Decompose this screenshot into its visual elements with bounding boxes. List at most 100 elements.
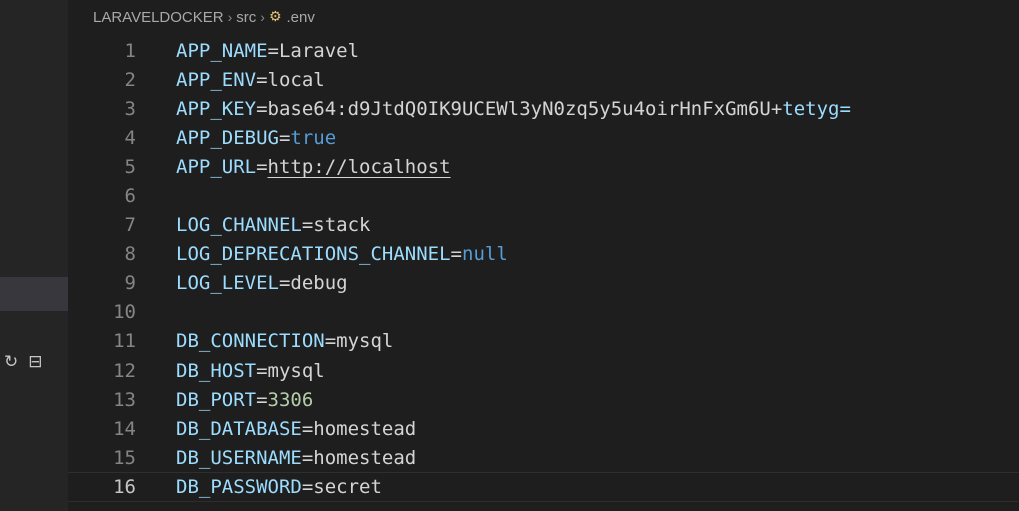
env-key: APP_DEBUG [176,126,279,149]
explorer-sidebar: ↻ ⊟ [0,0,68,511]
code-line[interactable]: 12 DB_HOST=mysql [68,356,1019,385]
line-number: 6 [124,185,136,208]
env-value-suffix: tetyg= [782,97,851,120]
env-key: APP_URL [176,155,257,178]
code-lines[interactable]: 1 APP_NAME=Laravel 2 APP_ENV=local 3 APP_KEY=… [68,36,1019,502]
breadcrumb-folder[interactable]: src [236,9,256,26]
env-value: debug [290,272,348,295]
line-number: 4 [124,126,136,149]
line-content[interactable]: APP_ENV=local [176,69,325,91]
code-line[interactable]: 14 DB_DATABASE=homestead [68,414,1019,443]
equals-sign: = [324,330,337,353]
equals-sign: = [301,475,314,498]
env-key: APP_NAME [176,39,268,62]
selected-explorer-item[interactable] [0,277,68,311]
code-line[interactable]: 3 APP_KEY=base64:d9JtdQ0IK9UCEWl3yN0zq5y5… [68,94,1019,123]
equals-sign: = [256,388,268,411]
line-number: 8 [124,243,136,266]
env-value: mysql [267,359,325,382]
equals-sign: = [256,97,268,120]
line-content[interactable]: APP_KEY=base64:d9JtdQ0IK9UCEWl3yN0zq5y5u… [176,98,851,120]
equals-sign: = [450,243,462,266]
code-line[interactable]: 15 DB_USERNAME=homestead [68,443,1019,472]
breadcrumb: LARAVELDOCKER › src › ⚙ .env [93,7,315,27]
code-line[interactable]: 5 APP_URL=http://localhost [68,152,1019,181]
code-line[interactable]: 11 DB_CONNECTION=mysql [68,327,1019,356]
equals-sign: = [301,446,314,469]
env-value: stack [313,214,371,237]
gear-env-icon: ⚙ [268,9,282,25]
env-key: DB_PORT [176,388,257,411]
equals-sign: = [278,272,291,295]
line-number: 3 [124,97,136,120]
breadcrumb-separator: › [227,9,233,25]
line-number: 11 [113,330,136,353]
env-value: local [267,68,325,91]
env-value: 3306 [267,388,314,411]
line-number: 5 [124,155,136,178]
env-value: null [462,243,508,266]
env-key: DB_PASSWORD [176,475,302,498]
line-content[interactable]: DB_DATABASE=homestead [176,418,416,440]
line-content[interactable]: DB_PASSWORD=secret [176,476,382,498]
line-number: 1 [124,39,136,62]
env-value: base64:d9JtdQ0IK9UCEWl3yN0zq5y5u4oirHnFx… [267,97,783,120]
equals-sign: = [256,359,268,382]
env-value[interactable]: http://localhost [268,156,451,178]
env-value: true [290,126,337,149]
breadcrumb-file[interactable]: .env [287,9,315,26]
code-line[interactable]: 7 LOG_CHANNEL=stack [68,211,1019,240]
line-content[interactable]: APP_NAME=Laravel [176,40,359,62]
line-number: 16 [113,475,136,498]
code-line[interactable]: 16 DB_PASSWORD=secret [68,472,1019,501]
code-line[interactable]: 10 [68,298,1019,327]
code-line[interactable]: 4 APP_DEBUG=true [68,123,1019,152]
line-content[interactable]: DB_HOST=mysql [176,360,325,382]
equals-sign: = [278,126,291,149]
collapse-all-icon[interactable]: ⊟ [28,352,42,372]
explorer-actions: ↻ ⊟ [4,352,43,372]
equals-sign: = [301,214,314,237]
env-key: DB_DATABASE [176,417,302,440]
line-number: 2 [124,68,136,91]
line-content[interactable]: APP_DEBUG=true [176,127,336,149]
env-key: LOG_DEPRECATIONS_CHANNEL [176,243,451,266]
line-content[interactable]: DB_PORT=3306 [176,389,313,411]
env-key: DB_CONNECTION [176,330,325,353]
line-number: 10 [113,301,136,324]
code-line[interactable]: 13 DB_PORT=3306 [68,385,1019,414]
code-line[interactable]: 1 APP_NAME=Laravel [68,36,1019,65]
line-content[interactable]: LOG_DEPRECATIONS_CHANNEL=null [176,243,508,265]
breadcrumb-root[interactable]: LARAVELDOCKER [93,9,224,26]
line-number: 9 [124,272,136,295]
line-content[interactable]: APP_URL=http://localhost [176,156,451,178]
equals-sign: = [256,68,268,91]
line-number: 13 [113,388,136,411]
refresh-icon[interactable]: ↻ [4,352,18,372]
equals-sign: = [267,39,279,62]
env-key: LOG_LEVEL [176,272,279,295]
line-content[interactable]: LOG_LEVEL=debug [176,272,348,294]
equals-sign: = [301,417,314,440]
line-content[interactable]: DB_USERNAME=homestead [176,447,416,469]
env-value: mysql [336,330,394,353]
env-key: LOG_CHANNEL [176,214,302,237]
code-line[interactable]: 6 [68,181,1019,210]
env-key: APP_KEY [176,97,257,120]
code-line[interactable]: 9 LOG_LEVEL=debug [68,269,1019,298]
line-content[interactable]: LOG_CHANNEL=stack [176,214,371,236]
env-key: APP_ENV [176,68,257,91]
env-value: Laravel [278,39,360,62]
code-line[interactable]: 8 LOG_DEPRECATIONS_CHANNEL=null [68,240,1019,269]
env-value: homestead [313,446,417,469]
line-content[interactable]: DB_CONNECTION=mysql [176,330,393,352]
env-key: DB_USERNAME [176,446,302,469]
env-value: secret [313,475,382,498]
line-number: 12 [113,359,136,382]
code-line[interactable]: 2 APP_ENV=local [68,65,1019,94]
code-editor[interactable]: LARAVELDOCKER › src › ⚙ .env 1 APP_NAME=L… [68,0,1019,511]
env-key: DB_HOST [176,359,257,382]
equals-sign: = [256,155,268,178]
line-number: 7 [124,214,136,237]
env-value: homestead [313,417,417,440]
